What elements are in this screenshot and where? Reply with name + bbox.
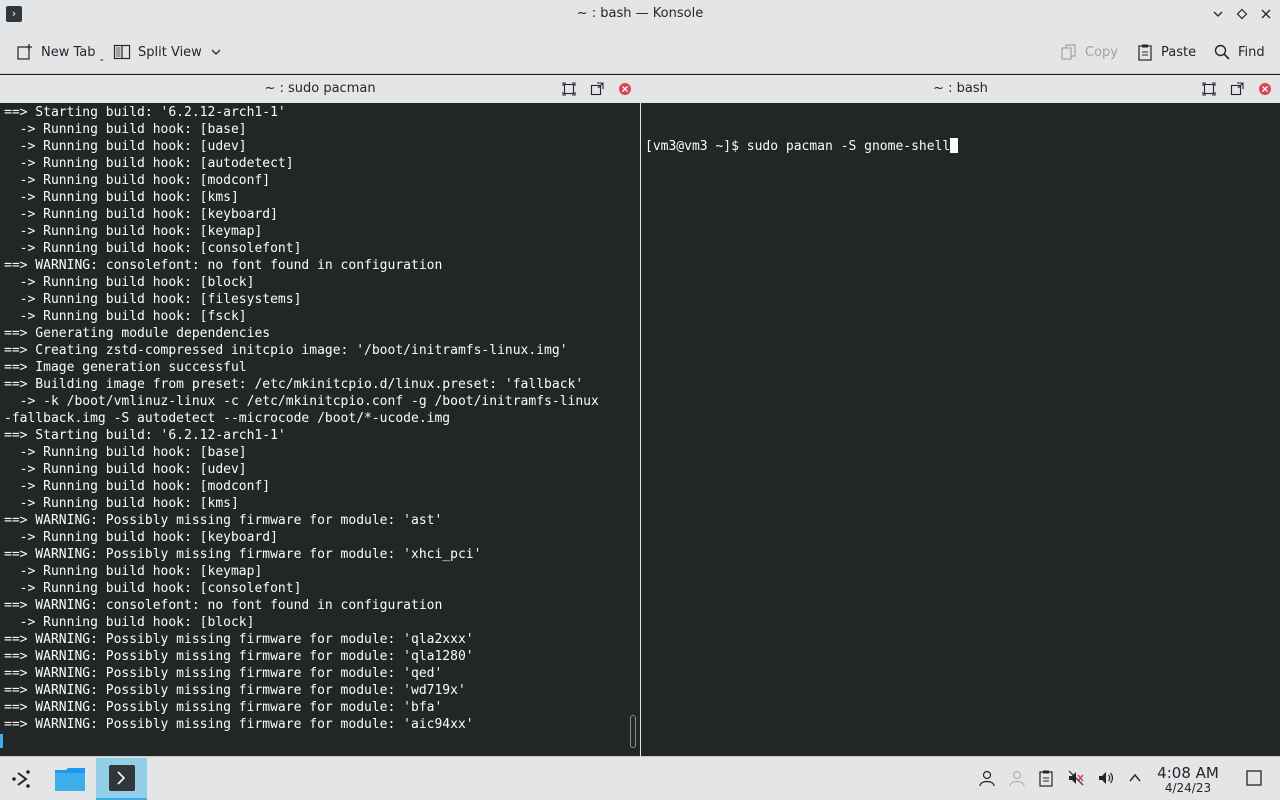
muted-audio-icon[interactable]: [1065, 767, 1087, 789]
chevron-up-icon[interactable]: [1124, 767, 1146, 789]
network-icon[interactable]: [1006, 767, 1028, 789]
paste-button[interactable]: Paste: [1136, 38, 1196, 66]
copy-icon: [1060, 43, 1078, 61]
copy-button[interactable]: Copy: [1060, 38, 1118, 66]
new-tab-button[interactable]: New Tab ⌄: [16, 38, 105, 66]
terminal-line: ==> WARNING: Possibly missing firmware f…: [4, 666, 443, 681]
minimize-button[interactable]: [1208, 4, 1228, 24]
terminal-icon: [108, 765, 135, 791]
prompt-line: [vm3@vm3 ~]$ sudo pacman -S gnome-shell: [645, 138, 1266, 155]
scrollbar[interactable]: [630, 715, 636, 748]
right-pane-header: ~ : bash: [641, 75, 1280, 103]
terminal-line: -> Running build hook: [base]: [4, 122, 247, 137]
terminal-line: -> Running build hook: [udev]: [4, 139, 247, 154]
split-view-label: Split View: [138, 44, 202, 60]
clock-time: 4:08 AM: [1157, 764, 1219, 782]
right-terminal-pane[interactable]: ~ : bash [vm3@vm3 ~]$ sudo pacman -S gno…: [641, 75, 1280, 756]
terminal-line: ==> Building image from preset: /etc/mki…: [4, 377, 584, 392]
detach-pane-icon[interactable]: [588, 81, 606, 97]
prompt-text: [vm3@vm3 ~]$ sudo pacman -S gnome-shell: [645, 139, 951, 154]
split-view-icon: [113, 43, 131, 61]
folder-icon: [55, 768, 85, 791]
toolbar: New Tab ⌄ Split View Copy Paste Find: [0, 29, 1280, 74]
terminal-line: -> Running build hook: [block]: [4, 275, 255, 290]
terminal-line: ==> WARNING: Possibly missing firmware f…: [4, 683, 466, 698]
right-terminal-output[interactable]: [vm3@vm3 ~]$ sudo pacman -S gnome-shell: [645, 104, 1266, 756]
new-tab-label: New Tab: [41, 44, 96, 60]
terminal-line: ==> Image generation successful: [4, 360, 247, 375]
terminal-line: ==> Starting build: '6.2.12-arch1-1': [4, 105, 286, 120]
user-icon[interactable]: [976, 767, 998, 789]
copy-label: Copy: [1085, 44, 1118, 60]
terminal-line: -> -k /boot/vmlinuz-linux -c /etc/mkinit…: [4, 394, 599, 409]
terminal-line: ==> WARNING: Possibly missing firmware f…: [4, 700, 443, 715]
split-view-button[interactable]: Split View: [113, 38, 223, 66]
terminal-line: -> Running build hook: [kms]: [4, 496, 239, 511]
terminal-line: -> Running build hook: [keyboard]: [4, 207, 278, 222]
terminal-line: -> Running build hook: [consolefont]: [4, 241, 302, 256]
detach-pane-icon[interactable]: [1228, 81, 1246, 97]
find-button[interactable]: Find: [1213, 38, 1265, 66]
show-desktop-icon[interactable]: [1243, 767, 1265, 789]
terminal-line: -> Running build hook: [kms]: [4, 190, 239, 205]
terminal-line: -> Running build hook: [filesystems]: [4, 292, 302, 307]
terminal-line: -> Running build hook: [block]: [4, 615, 255, 630]
close-button[interactable]: [1256, 4, 1276, 24]
terminal-line: -> Running build hook: [fsck]: [4, 309, 247, 324]
left-terminal-output[interactable]: ==> Starting build: '6.2.12-arch1-1' -> …: [4, 104, 626, 756]
terminal-line: -> Running build hook: [modconf]: [4, 479, 271, 494]
terminal-line: ==> WARNING: Possibly missing firmware f…: [4, 547, 482, 562]
konsole-task-button[interactable]: [96, 758, 147, 800]
close-pane-icon[interactable]: [1256, 81, 1274, 97]
maximize-pane-icon[interactable]: [560, 81, 578, 97]
left-pane-title: ~ : sudo pacman: [264, 81, 376, 96]
app-launcher-button[interactable]: [4, 758, 42, 800]
terminal-line: -> Running build hook: [keymap]: [4, 564, 263, 579]
terminal-line: ==> WARNING: Possibly missing firmware f…: [4, 717, 474, 732]
clipboard-icon[interactable]: [1035, 767, 1057, 789]
terminal-line: ==> WARNING: consolefont: no font found …: [4, 258, 443, 273]
close-pane-icon[interactable]: [616, 81, 634, 97]
terminal-line: -> Running build hook: [autodetect]: [4, 156, 294, 171]
launcher-icon: [12, 770, 30, 788]
maximize-pane-icon[interactable]: [1200, 81, 1218, 97]
left-terminal-pane[interactable]: ~ : sudo pacman ==> Starting build: '6.2…: [0, 75, 640, 756]
text-cursor: [950, 138, 959, 153]
terminal-line: ==> WARNING: Possibly missing firmware f…: [4, 649, 474, 664]
title-bar: › ~ : bash — Konsole: [0, 0, 1280, 29]
terminal-line: -fallback.img -S autodetect --microcode …: [4, 411, 451, 426]
maximize-button[interactable]: [1232, 4, 1252, 24]
right-pane-title: ~ : bash: [933, 81, 988, 96]
terminal-line: ==> WARNING: Possibly missing firmware f…: [4, 513, 443, 528]
terminal-line: ==> WARNING: Possibly missing firmware f…: [4, 632, 474, 647]
clock-date: 4/24/23: [1164, 781, 1212, 795]
terminal-line: -> Running build hook: [base]: [4, 445, 247, 460]
search-icon: [1213, 43, 1231, 61]
volume-icon[interactable]: [1095, 767, 1117, 789]
paste-icon: [1136, 43, 1154, 61]
chevron-down-icon[interactable]: [209, 43, 223, 61]
terminal-line: -> Running build hook: [keymap]: [4, 224, 263, 239]
new-tab-icon: [16, 43, 34, 61]
paste-label: Paste: [1161, 44, 1197, 60]
find-label: Find: [1238, 44, 1265, 60]
terminal-line: -> Running build hook: [keyboard]: [4, 530, 278, 545]
terminal-line: -> Running build hook: [udev]: [4, 462, 247, 477]
terminal-cursor: [0, 734, 3, 748]
terminal-line: ==> Creating zstd-compressed initcpio im…: [4, 343, 568, 358]
left-pane-header: ~ : sudo pacman: [0, 75, 640, 103]
new-tab-chevron-icon: ⌄: [98, 53, 106, 63]
taskbar: 4:08 AM 4/24/23: [0, 756, 1280, 800]
terminal-line: ==> Starting build: '6.2.12-arch1-1': [4, 428, 286, 443]
window-title: ~ : bash — Konsole: [576, 6, 704, 21]
file-manager-button[interactable]: [48, 758, 92, 800]
terminal-line: ==> WARNING: consolefont: no font found …: [4, 598, 443, 613]
clock[interactable]: 4:08 AM 4/24/23: [1150, 765, 1226, 795]
terminal-line: -> Running build hook: [modconf]: [4, 173, 271, 188]
terminal-line: ==> Generating module dependencies: [4, 326, 271, 341]
terminal-line: -> Running build hook: [consolefont]: [4, 581, 302, 596]
